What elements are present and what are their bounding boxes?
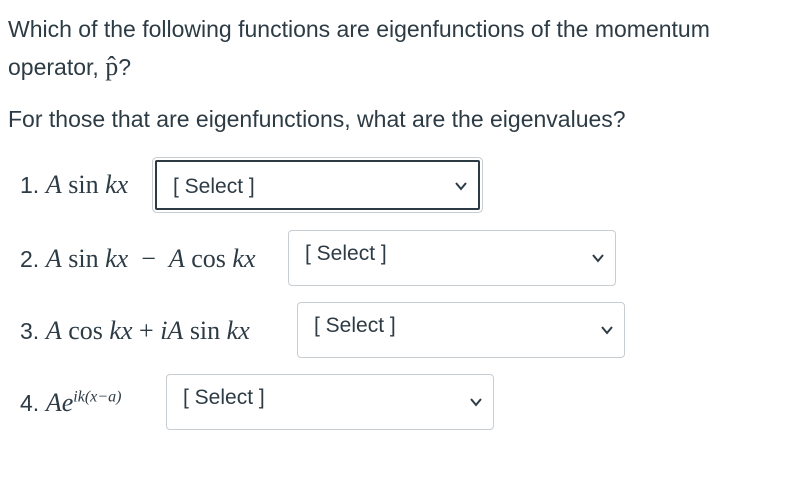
question-line-2-text: operator, (8, 54, 106, 80)
item-3-select-label: [ Select ] (314, 314, 396, 337)
question-line-2: operator, p̂? (8, 50, 131, 84)
item-4-select-label: [ Select ] (183, 386, 265, 409)
item-4-number: 4. (20, 390, 40, 416)
chevron-down-icon (455, 182, 467, 191)
item-1-function: A sin kx (45, 170, 129, 199)
item-1-label: 1. A sin kx (20, 170, 128, 200)
item-2: 2. A sin kx − A cos kx (20, 244, 256, 274)
item-1: 1. A sin kx (20, 170, 128, 200)
item-3: 3. A cos kx + iA sin kx (20, 316, 250, 346)
item-2-label: 2. A sin kx − A cos kx (20, 244, 256, 274)
item-2-select-label: [ Select ] (305, 242, 387, 265)
item-3-label: 3. A cos kx + iA sin kx (20, 316, 250, 346)
item-2-select[interactable]: [ Select ] (288, 230, 616, 286)
chevron-down-icon (601, 326, 613, 335)
item-4-select[interactable]: [ Select ] (166, 374, 494, 430)
item-4-function: Aeik(x−a) (45, 388, 122, 417)
item-3-select[interactable]: [ Select ] (297, 302, 625, 358)
question-line-3: For those that are eigenfunctions, what … (8, 106, 626, 132)
item-3-function: A cos kx + iA sin kx (45, 316, 250, 345)
item-1-number: 1. (20, 172, 40, 198)
item-1-select[interactable]: [ Select ] (155, 160, 480, 210)
item-3-number: 3. (20, 318, 40, 344)
item-4: 4. Aeik(x−a) (20, 388, 121, 418)
momentum-operator: p̂ (105, 52, 119, 81)
item-2-number: 2. (20, 246, 40, 272)
item-4-label: 4. Aeik(x−a) (20, 388, 121, 418)
item-1-select-label: [ Select ] (173, 175, 255, 198)
question-line-1: Which of the following functions are eig… (8, 16, 710, 42)
question-line-2-end: ? (118, 54, 131, 80)
chevron-down-icon (470, 398, 482, 407)
chevron-down-icon (592, 254, 604, 263)
item-2-function: A sin kx − A cos kx (45, 244, 256, 273)
